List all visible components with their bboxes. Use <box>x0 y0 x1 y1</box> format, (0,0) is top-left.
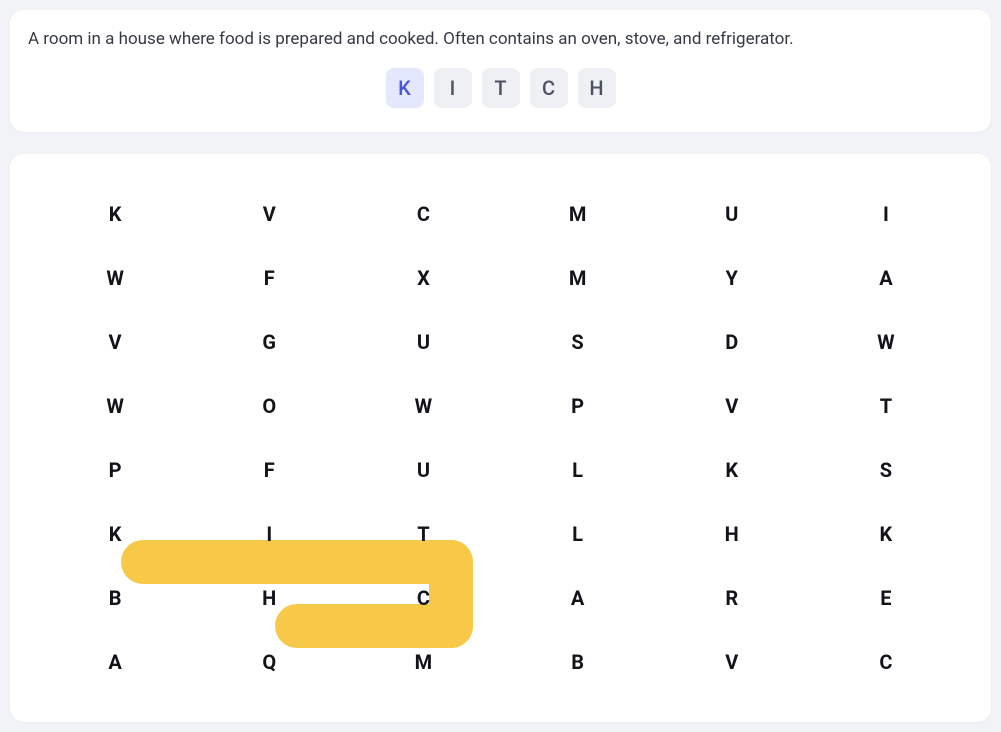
answer-tile[interactable]: I <box>434 68 472 108</box>
grid-cell[interactable]: H <box>192 566 346 630</box>
grid-cell[interactable]: C <box>346 182 500 246</box>
grid-cell[interactable]: M <box>346 630 500 694</box>
grid-cell[interactable]: K <box>38 182 192 246</box>
grid-cell[interactable]: I <box>809 182 963 246</box>
grid-cell[interactable]: U <box>346 310 500 374</box>
grid-cell[interactable]: S <box>501 310 655 374</box>
grid-cell[interactable]: V <box>38 310 192 374</box>
grid-cell[interactable]: C <box>809 630 963 694</box>
grid-cell[interactable]: W <box>809 310 963 374</box>
grid-cell[interactable]: V <box>655 374 809 438</box>
grid-cell[interactable]: U <box>655 182 809 246</box>
grid-cell[interactable]: B <box>501 630 655 694</box>
grid-cell[interactable]: F <box>192 246 346 310</box>
grid-cell[interactable]: P <box>501 374 655 438</box>
grid-card: KVCMUIWFXMYAVGUSDWWOWPVTPFULKSKITLHKBHCA… <box>10 154 991 722</box>
clue-card: A room in a house where food is prepared… <box>10 10 991 132</box>
answer-tile[interactable]: C <box>530 68 568 108</box>
grid-cell[interactable]: Y <box>655 246 809 310</box>
answer-tile[interactable]: H <box>578 68 616 108</box>
grid-cell[interactable]: O <box>192 374 346 438</box>
grid-cell[interactable]: W <box>38 374 192 438</box>
grid-cell[interactable]: L <box>501 438 655 502</box>
grid-cell[interactable]: K <box>38 502 192 566</box>
grid-cell[interactable]: C <box>346 566 500 630</box>
grid-cell[interactable]: K <box>809 502 963 566</box>
answer-row: K I T C H <box>28 68 973 108</box>
answer-tile[interactable]: K <box>386 68 424 108</box>
grid-cell[interactable]: T <box>809 374 963 438</box>
grid-cell[interactable]: I <box>192 502 346 566</box>
grid-cell[interactable]: M <box>501 182 655 246</box>
answer-tile[interactable]: T <box>482 68 520 108</box>
grid-cell[interactable]: W <box>38 246 192 310</box>
grid-cell[interactable]: V <box>192 182 346 246</box>
grid-cell[interactable]: A <box>809 246 963 310</box>
grid-cell[interactable]: A <box>501 566 655 630</box>
grid-cell[interactable]: D <box>655 310 809 374</box>
grid-cell[interactable]: E <box>809 566 963 630</box>
letter-grid: KVCMUIWFXMYAVGUSDWWOWPVTPFULKSKITLHKBHCA… <box>38 182 963 694</box>
grid-cell[interactable]: A <box>38 630 192 694</box>
grid-cell[interactable]: B <box>38 566 192 630</box>
grid-cell[interactable]: K <box>655 438 809 502</box>
grid-cell[interactable]: Q <box>192 630 346 694</box>
clue-text: A room in a house where food is prepared… <box>28 28 973 50</box>
grid-cell[interactable]: S <box>809 438 963 502</box>
grid-cell[interactable]: T <box>346 502 500 566</box>
grid-cell[interactable]: R <box>655 566 809 630</box>
grid-cell[interactable]: F <box>192 438 346 502</box>
grid-cell[interactable]: X <box>346 246 500 310</box>
grid-cell[interactable]: V <box>655 630 809 694</box>
grid-cell[interactable]: H <box>655 502 809 566</box>
grid-cell[interactable]: W <box>346 374 500 438</box>
grid-cell[interactable]: P <box>38 438 192 502</box>
grid-cell[interactable]: M <box>501 246 655 310</box>
grid-cell[interactable]: U <box>346 438 500 502</box>
grid-cell[interactable]: G <box>192 310 346 374</box>
grid-cell[interactable]: L <box>501 502 655 566</box>
